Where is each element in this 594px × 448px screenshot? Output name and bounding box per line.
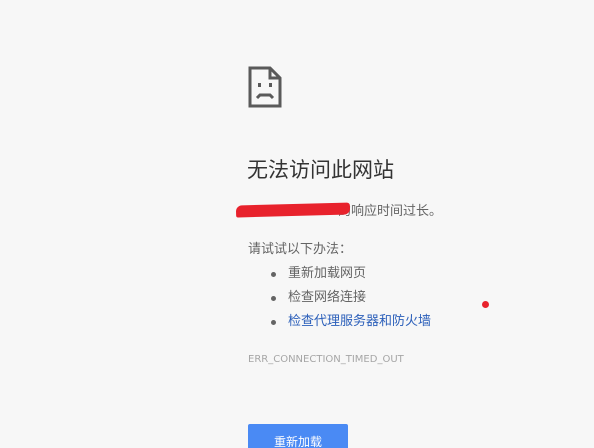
- reload-button[interactable]: 重新加载: [248, 424, 348, 448]
- error-description-text: 的响应时间过长。: [338, 204, 443, 219]
- bullet-icon: [271, 272, 276, 277]
- error-description: 的响应时间过长。: [235, 202, 443, 222]
- suggestion-check-proxy: 检查代理服务器和防火墙: [248, 312, 431, 336]
- red-dot-mark: [482, 301, 489, 308]
- check-proxy-firewall-link[interactable]: 检查代理服务器和防火墙: [288, 314, 431, 329]
- error-page: 无法访问此网站 的响应时间过长。 请试试以下办法： 重新加载网页 检查网络连接 …: [0, 0, 594, 448]
- error-code: ERR_CONNECTION_TIMED_OUT: [248, 354, 404, 365]
- suggestion-reload: 重新加载网页: [248, 264, 431, 288]
- suggestions-heading: 请试试以下办法：: [248, 242, 353, 257]
- suggestion-check-network: 检查网络连接: [248, 288, 431, 312]
- suggestion-label: 重新加载网页: [288, 266, 367, 281]
- sad-page-icon: [248, 66, 282, 108]
- suggestions-list: 重新加载网页 检查网络连接 检查代理服务器和防火墙: [248, 264, 431, 336]
- error-title: 无法访问此网站: [247, 158, 394, 182]
- redacted-site-name: [235, 202, 351, 218]
- bullet-icon: [271, 296, 276, 301]
- suggestion-label: 检查网络连接: [288, 290, 367, 305]
- bullet-icon: [271, 320, 276, 325]
